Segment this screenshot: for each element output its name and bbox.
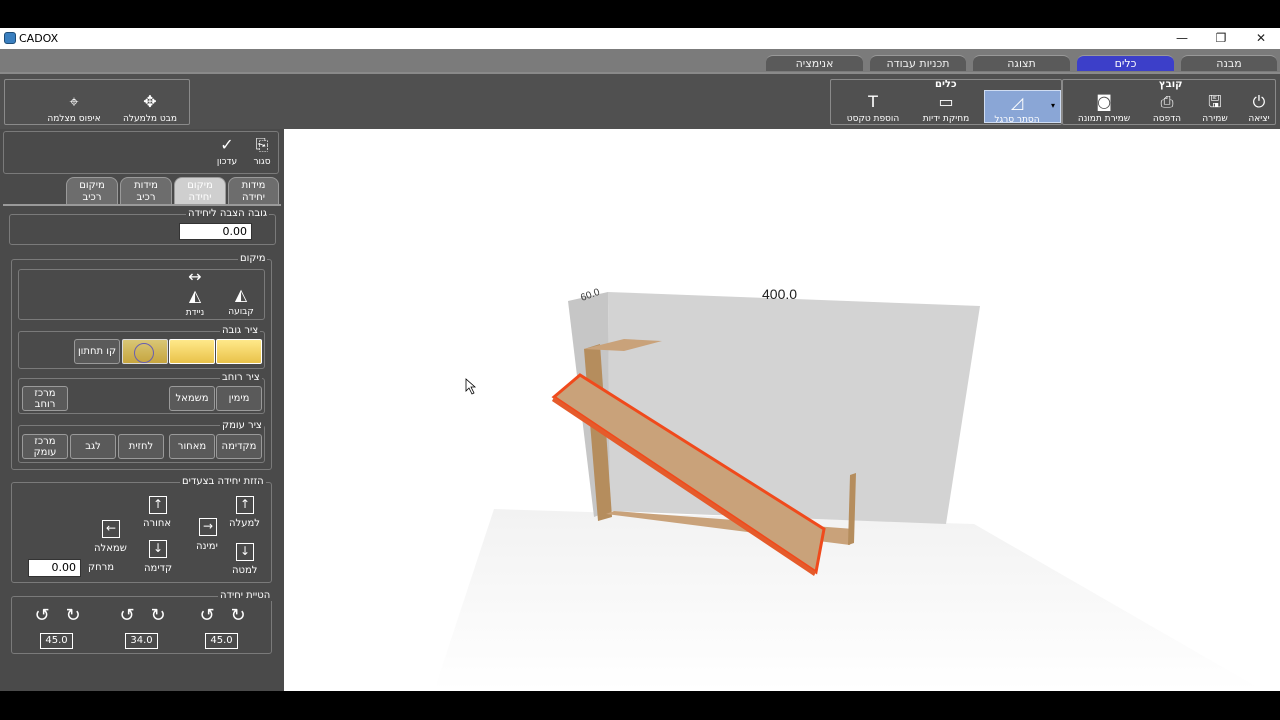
arrow-left-icon[interactable]: ← — [102, 520, 120, 538]
move-down-label: למטה — [232, 565, 258, 576]
tools-group-label: כלים — [935, 79, 957, 90]
back-wall — [608, 292, 980, 524]
exit-button[interactable]: ⏻ יציאה — [1242, 92, 1276, 124]
arrow-up-icon[interactable]: ↑ — [236, 496, 254, 514]
rotate-cw-icon[interactable]: ↻ — [63, 606, 83, 626]
arrow-backward-icon[interactable]: ↑ — [149, 496, 167, 514]
save-image-button[interactable]: ◙ שמירת תמונה — [1072, 92, 1136, 124]
position-section-label: מיקום — [238, 253, 268, 264]
mobile-triangles-icon: ◭ — [188, 286, 202, 305]
window-title: CADOX — [19, 32, 59, 45]
tab-work-plans[interactable]: תכניות עבודה — [870, 55, 966, 71]
tab-part-dimensions[interactable]: מידות רכיב — [120, 177, 172, 204]
height-middle-button[interactable] — [169, 339, 215, 364]
depth-axis-label: ציר עומק — [220, 420, 264, 431]
reset-camera-button[interactable]: ⌖ איפוס מצלמה — [42, 92, 106, 124]
file-group-label: קובץ — [1159, 79, 1183, 90]
arrow-forward-icon[interactable]: ↓ — [149, 540, 167, 558]
height-axis-label: ציר גובה — [220, 325, 261, 336]
printer-icon: ⎙ — [1160, 92, 1174, 111]
app-icon — [4, 32, 16, 44]
mouse-cursor-icon — [465, 378, 477, 395]
camera-icon: ◙ — [1096, 92, 1112, 111]
checkmark-circle-icon: ✓ — [220, 135, 234, 154]
tab-part-position[interactable]: מיקום רכיב — [66, 177, 118, 204]
rotate-ccw-icon[interactable]: ↺ — [117, 606, 137, 626]
rotate-cw-icon[interactable]: ↻ — [148, 606, 168, 626]
move-left-label: שמאלה — [94, 543, 127, 554]
add-text-button[interactable]: T הוספת טקסט — [840, 92, 906, 124]
dimension-width-label: 400.0 — [762, 286, 797, 302]
move-backward-label: אחורה — [143, 518, 172, 529]
save-button[interactable]: 🖫 שמירה — [1198, 92, 1232, 124]
move-section-label: הזזת יחידה בצעדים — [180, 476, 266, 487]
bottom-line-button[interactable]: קו תחתון — [74, 339, 120, 364]
tab-divider — [3, 204, 281, 206]
tab-animation[interactable]: אנימציה — [766, 55, 863, 71]
depth-front-button[interactable]: מקדימה — [216, 434, 262, 459]
depth-back-button[interactable]: מאחור — [169, 434, 215, 459]
tilt-section-label: הטיית יחידה — [218, 590, 273, 601]
height-selected-button[interactable] — [122, 339, 168, 364]
text-icon: T — [868, 92, 878, 111]
mobile-button[interactable]: ↔ ◭ ניידת — [176, 267, 214, 319]
height-input[interactable]: 0.00 — [179, 223, 252, 240]
exit-door-icon: ⎘ — [255, 135, 269, 154]
distance-input[interactable]: 0.00 — [28, 559, 81, 577]
to-back-button[interactable]: לגב — [70, 434, 116, 459]
update-button[interactable]: ✓ עדכון — [212, 135, 242, 167]
align-left-button[interactable]: משמאל — [169, 386, 215, 411]
fixed-triangles-icon: ◭ — [234, 285, 248, 304]
to-front-wall-button[interactable]: לחזית — [118, 434, 164, 459]
tab-view[interactable]: תצוגה — [973, 55, 1070, 71]
top-view-button[interactable]: ✥ מבט מלמעלה — [118, 92, 182, 124]
ruler-button[interactable]: ◿ הסתר סרגל ▾ — [984, 90, 1061, 125]
erase-dims-button[interactable]: ▭ מחיקת ידיות — [916, 92, 976, 124]
tab-unit-dimensions[interactable]: מידות יחידה — [228, 177, 279, 204]
crosshair-icon: ⌖ — [69, 92, 79, 111]
align-right-button[interactable]: מימין — [216, 386, 262, 411]
rotate-ccw-icon[interactable]: ↺ — [197, 606, 217, 626]
move-right-label: ימינה — [196, 541, 218, 552]
rotate-ccw-icon[interactable]: ↺ — [32, 606, 52, 626]
tilt-y-input[interactable]: 34.0 — [125, 633, 158, 649]
move-forward-label: קדימה — [144, 563, 173, 574]
eraser-icon: ▭ — [938, 92, 954, 111]
tilt-x-input[interactable]: 45.0 — [205, 633, 238, 649]
title-bar: CADOX — ❐ ✕ — [0, 28, 1280, 49]
height-section-label: גובה הצבה ליחידה — [186, 208, 269, 219]
rotate-cw-icon[interactable]: ↻ — [228, 606, 248, 626]
width-arrow-icon: ↔ — [188, 267, 202, 286]
minimize-button[interactable]: — — [1172, 30, 1192, 47]
height-top-button[interactable] — [216, 339, 262, 364]
tab-unit-position[interactable]: מיקום יחידה — [174, 177, 226, 204]
center-depth-button[interactable]: מרכז עומק — [22, 434, 68, 459]
print-button[interactable]: ⎙ הדפסה — [1150, 92, 1184, 124]
center-width-button[interactable]: מרכז רוחב — [22, 386, 68, 411]
tab-structure[interactable]: מבנה — [1181, 55, 1277, 71]
ruler-triangle-icon: ◿ — [1010, 93, 1024, 112]
3d-viewport[interactable]: 400.0 60.0 — [284, 129, 1280, 691]
move-arrows-icon: ✥ — [143, 92, 157, 111]
arrow-right-icon[interactable]: → — [199, 518, 217, 536]
cursor-ring-icon — [134, 343, 154, 363]
distance-label: מרחק — [88, 562, 115, 573]
power-icon: ⏻ — [1252, 92, 1266, 111]
close-panel-button[interactable]: ⎘ סגור — [248, 135, 276, 167]
width-axis-label: ציר רוחב — [220, 372, 262, 383]
arrow-down-icon[interactable]: ↓ — [236, 543, 254, 561]
tilt-z-input[interactable]: 45.0 — [40, 633, 73, 649]
3d-scene: 400.0 60.0 — [434, 286, 1264, 691]
restore-button[interactable]: ❐ — [1211, 30, 1231, 47]
tab-tools[interactable]: כלים — [1077, 55, 1174, 71]
floppy-icon: 🖫 — [1208, 92, 1222, 111]
close-window-button[interactable]: ✕ — [1251, 30, 1271, 47]
fixed-button[interactable]: ◭ קבועה — [222, 285, 260, 317]
move-up-label: למעלה — [229, 518, 260, 529]
dropdown-arrow-icon[interactable]: ▾ — [1051, 101, 1055, 110]
